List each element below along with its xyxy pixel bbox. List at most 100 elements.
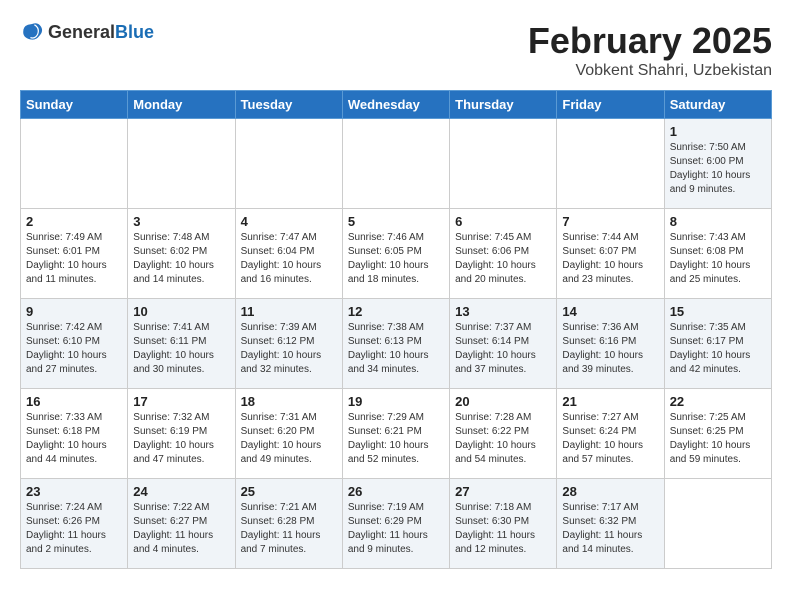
day-info: Sunrise: 7:31 AM Sunset: 6:20 PM Dayligh… (241, 411, 337, 467)
day-number: 24 (133, 484, 229, 499)
calendar-table: SundayMondayTuesdayWednesdayThursdayFrid… (20, 90, 772, 569)
day-cell: 13 Sunrise: 7:37 AM Sunset: 6:14 PM Dayli… (450, 299, 557, 389)
day-info: Sunrise: 7:41 AM Sunset: 6:11 PM Dayligh… (133, 321, 229, 377)
day-cell (450, 119, 557, 209)
day-number: 27 (455, 484, 551, 499)
day-info: Sunrise: 7:36 AM Sunset: 6:16 PM Dayligh… (562, 321, 658, 377)
day-info: Sunrise: 7:47 AM Sunset: 6:04 PM Dayligh… (241, 231, 337, 287)
day-cell: 17Sunrise: 7:32 AM Sunset: 6:19 PM Dayli… (128, 389, 235, 479)
day-info: Sunrise: 7:21 AM Sunset: 6:28 PM Dayligh… (241, 501, 337, 557)
day-info: Sunrise: 7:28 AM Sunset: 6:22 PM Dayligh… (455, 411, 551, 467)
logo-blue: Blue (115, 22, 154, 42)
day-number: 15 (670, 304, 766, 319)
day-number: 4 (241, 214, 337, 229)
calendar-subtitle: Vobkent Shahri, Uzbekistan (528, 62, 772, 80)
day-cell: 16Sunrise: 7:33 AM Sunset: 6:18 PM Dayli… (21, 389, 128, 479)
calendar-body: 1 Sunrise: 7:50 AM Sunset: 6:00 PM Daylig… (21, 119, 772, 569)
day-info: Sunrise: 7:29 AM Sunset: 6:21 PM Dayligh… (348, 411, 444, 467)
day-number: 26 (348, 484, 444, 499)
calendar-header: SundayMondayTuesdayWednesdayThursdayFrid… (21, 91, 772, 119)
day-cell: 15 Sunrise: 7:35 AM Sunset: 6:17 PM Dayli… (664, 299, 771, 389)
day-info: Sunrise: 7:27 AM Sunset: 6:24 PM Dayligh… (562, 411, 658, 467)
day-cell: 5Sunrise: 7:46 AM Sunset: 6:05 PM Daylig… (342, 209, 449, 299)
logo-icon (20, 20, 44, 44)
header-sunday: Sunday (21, 91, 128, 119)
header-thursday: Thursday (450, 91, 557, 119)
day-cell: 7 Sunrise: 7:44 AM Sunset: 6:07 PM Daylig… (557, 209, 664, 299)
day-info: Sunrise: 7:22 AM Sunset: 6:27 PM Dayligh… (133, 501, 229, 557)
day-cell (664, 479, 771, 569)
day-number: 11 (241, 304, 337, 319)
day-cell (21, 119, 128, 209)
day-number: 22 (670, 394, 766, 409)
day-info: Sunrise: 7:50 AM Sunset: 6:00 PM Dayligh… (670, 141, 766, 197)
logo-general: General (48, 22, 115, 42)
day-cell: 23 Sunrise: 7:24 AM Sunset: 6:26 PM Dayli… (21, 479, 128, 569)
day-cell: 11 Sunrise: 7:39 AM Sunset: 6:12 PM Dayli… (235, 299, 342, 389)
day-number: 13 (455, 304, 551, 319)
day-number: 9 (26, 304, 122, 319)
header-row: SundayMondayTuesdayWednesdayThursdayFrid… (21, 91, 772, 119)
day-number: 28 (562, 484, 658, 499)
day-number: 7 (562, 214, 658, 229)
day-info: Sunrise: 7:37 AM Sunset: 6:14 PM Dayligh… (455, 321, 551, 377)
logo: GeneralBlue (20, 20, 154, 44)
day-number: 20 (455, 394, 551, 409)
day-cell (342, 119, 449, 209)
day-info: Sunrise: 7:32 AM Sunset: 6:19 PM Dayligh… (133, 411, 229, 467)
day-info: Sunrise: 7:49 AM Sunset: 6:01 PM Dayligh… (26, 231, 122, 287)
day-info: Sunrise: 7:19 AM Sunset: 6:29 PM Dayligh… (348, 501, 444, 557)
page-header: GeneralBlue February 2025 Vobkent Shahri… (20, 20, 772, 80)
day-number: 18 (241, 394, 337, 409)
header-tuesday: Tuesday (235, 91, 342, 119)
day-cell: 9Sunrise: 7:42 AM Sunset: 6:10 PM Daylig… (21, 299, 128, 389)
day-number: 14 (562, 304, 658, 319)
day-cell: 25 Sunrise: 7:21 AM Sunset: 6:28 PM Dayli… (235, 479, 342, 569)
day-cell: 12 Sunrise: 7:38 AM Sunset: 6:13 PM Dayli… (342, 299, 449, 389)
day-info: Sunrise: 7:18 AM Sunset: 6:30 PM Dayligh… (455, 501, 551, 557)
day-cell: 26 Sunrise: 7:19 AM Sunset: 6:29 PM Dayli… (342, 479, 449, 569)
day-info: Sunrise: 7:17 AM Sunset: 6:32 PM Dayligh… (562, 501, 658, 557)
header-monday: Monday (128, 91, 235, 119)
week-row-0: 1 Sunrise: 7:50 AM Sunset: 6:00 PM Daylig… (21, 119, 772, 209)
day-cell: 3 Sunrise: 7:48 AM Sunset: 6:02 PM Daylig… (128, 209, 235, 299)
day-number: 3 (133, 214, 229, 229)
day-info: Sunrise: 7:44 AM Sunset: 6:07 PM Dayligh… (562, 231, 658, 287)
day-info: Sunrise: 7:48 AM Sunset: 6:02 PM Dayligh… (133, 231, 229, 287)
day-cell: 6Sunrise: 7:45 AM Sunset: 6:06 PM Daylig… (450, 209, 557, 299)
week-row-4: 23 Sunrise: 7:24 AM Sunset: 6:26 PM Dayli… (21, 479, 772, 569)
day-cell: 28 Sunrise: 7:17 AM Sunset: 6:32 PM Dayli… (557, 479, 664, 569)
header-wednesday: Wednesday (342, 91, 449, 119)
day-cell: 18 Sunrise: 7:31 AM Sunset: 6:20 PM Dayli… (235, 389, 342, 479)
title-block: February 2025 Vobkent Shahri, Uzbekistan (528, 20, 772, 80)
day-number: 12 (348, 304, 444, 319)
day-number: 23 (26, 484, 122, 499)
day-info: Sunrise: 7:46 AM Sunset: 6:05 PM Dayligh… (348, 231, 444, 287)
day-number: 21 (562, 394, 658, 409)
day-cell: 20 Sunrise: 7:28 AM Sunset: 6:22 PM Dayli… (450, 389, 557, 479)
week-row-2: 9Sunrise: 7:42 AM Sunset: 6:10 PM Daylig… (21, 299, 772, 389)
day-number: 25 (241, 484, 337, 499)
day-cell (235, 119, 342, 209)
day-cell: 19Sunrise: 7:29 AM Sunset: 6:21 PM Dayli… (342, 389, 449, 479)
day-number: 1 (670, 124, 766, 139)
day-cell: 10Sunrise: 7:41 AM Sunset: 6:11 PM Dayli… (128, 299, 235, 389)
day-number: 16 (26, 394, 122, 409)
day-cell: 1 Sunrise: 7:50 AM Sunset: 6:00 PM Daylig… (664, 119, 771, 209)
day-cell: 4 Sunrise: 7:47 AM Sunset: 6:04 PM Daylig… (235, 209, 342, 299)
week-row-3: 16Sunrise: 7:33 AM Sunset: 6:18 PM Dayli… (21, 389, 772, 479)
day-info: Sunrise: 7:38 AM Sunset: 6:13 PM Dayligh… (348, 321, 444, 377)
calendar-title: February 2025 (528, 20, 772, 62)
week-row-1: 2Sunrise: 7:49 AM Sunset: 6:01 PM Daylig… (21, 209, 772, 299)
day-number: 6 (455, 214, 551, 229)
day-cell: 14 Sunrise: 7:36 AM Sunset: 6:16 PM Dayli… (557, 299, 664, 389)
header-saturday: Saturday (664, 91, 771, 119)
day-info: Sunrise: 7:25 AM Sunset: 6:25 PM Dayligh… (670, 411, 766, 467)
day-info: Sunrise: 7:39 AM Sunset: 6:12 PM Dayligh… (241, 321, 337, 377)
day-info: Sunrise: 7:24 AM Sunset: 6:26 PM Dayligh… (26, 501, 122, 557)
header-friday: Friday (557, 91, 664, 119)
day-info: Sunrise: 7:35 AM Sunset: 6:17 PM Dayligh… (670, 321, 766, 377)
day-info: Sunrise: 7:43 AM Sunset: 6:08 PM Dayligh… (670, 231, 766, 287)
day-cell: 22 Sunrise: 7:25 AM Sunset: 6:25 PM Dayli… (664, 389, 771, 479)
day-cell: 2Sunrise: 7:49 AM Sunset: 6:01 PM Daylig… (21, 209, 128, 299)
